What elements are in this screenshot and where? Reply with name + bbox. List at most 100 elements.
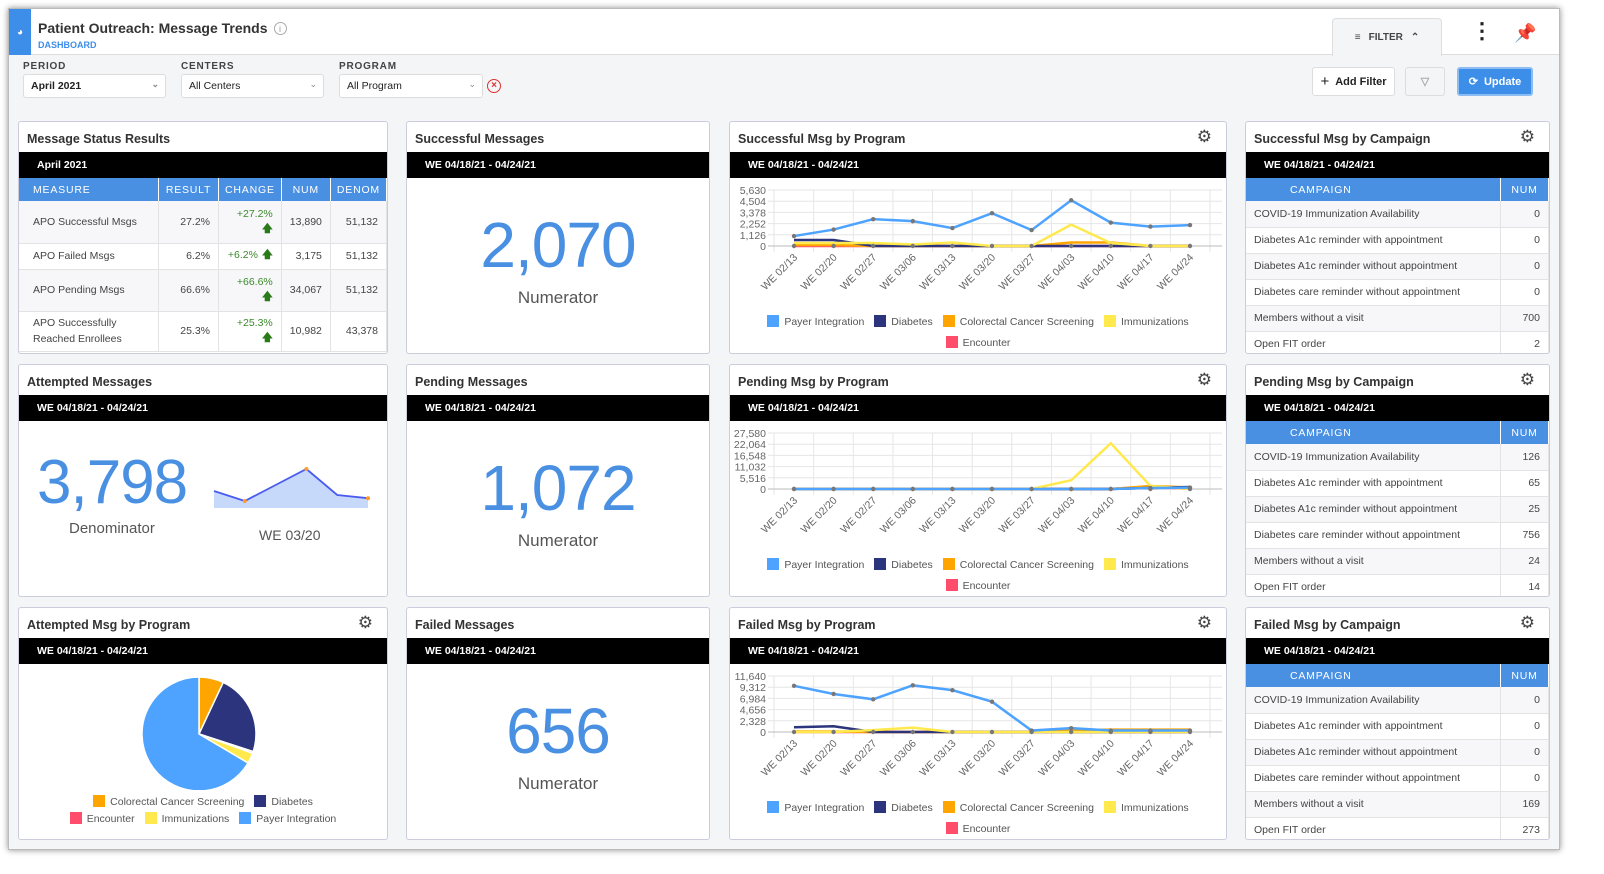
data-point[interactable] xyxy=(1069,486,1074,492)
data-point[interactable] xyxy=(910,218,915,224)
data-point[interactable] xyxy=(871,729,876,735)
data-point[interactable] xyxy=(910,243,915,249)
column-header[interactable]: NUM xyxy=(1500,664,1549,687)
legend-item[interactable]: Diabetes xyxy=(874,801,933,814)
column-header[interactable]: NUM xyxy=(281,178,331,201)
column-header[interactable]: NUM xyxy=(1500,178,1549,201)
legend-item[interactable]: Colorectal Cancer Screening xyxy=(942,801,1094,814)
legend-item[interactable]: Colorectal Cancer Screening xyxy=(942,315,1094,328)
data-point[interactable] xyxy=(1029,486,1034,492)
column-header[interactable]: CAMPAIGN xyxy=(1246,664,1501,687)
add-filter-button[interactable]: + Add Filter xyxy=(1312,67,1395,96)
data-point[interactable] xyxy=(1069,198,1074,203)
data-point[interactable] xyxy=(989,210,995,216)
column-header[interactable]: CHANGE xyxy=(218,178,282,201)
column-header[interactable]: DENOM xyxy=(330,178,387,201)
legend-item[interactable]: Colorectal Cancer Screening xyxy=(93,795,244,808)
column-header[interactable]: NUM xyxy=(1500,421,1549,444)
centers-select[interactable]: All Centers ⌄ xyxy=(181,74,324,98)
data-point[interactable] xyxy=(791,486,797,492)
legend-item[interactable]: Immunizations xyxy=(144,812,229,825)
data-point[interactable] xyxy=(1187,729,1193,735)
data-point[interactable] xyxy=(1108,243,1113,249)
data-point[interactable] xyxy=(831,243,836,249)
legend-item[interactable]: Diabetes xyxy=(874,315,933,328)
gear-icon[interactable]: ⚙ xyxy=(1520,613,1535,633)
filter-tab[interactable]: ≡ FILTER ⌃ xyxy=(1332,18,1442,56)
data-point[interactable] xyxy=(950,687,955,693)
info-icon[interactable]: i xyxy=(273,22,287,35)
gear-icon[interactable]: ⚙ xyxy=(1197,127,1212,147)
clear-filter-icon[interactable]: × xyxy=(487,79,501,93)
data-point[interactable] xyxy=(1069,729,1074,735)
sparkline-point[interactable] xyxy=(366,496,370,501)
data-point[interactable] xyxy=(1148,729,1153,735)
data-point[interactable] xyxy=(950,243,955,249)
gear-icon[interactable]: ⚙ xyxy=(1197,613,1212,633)
data-point[interactable] xyxy=(1108,220,1113,225)
data-point[interactable] xyxy=(1029,227,1034,233)
legend-item[interactable]: Diabetes xyxy=(874,558,933,571)
gear-icon[interactable]: ⚙ xyxy=(1520,127,1535,147)
legend-item[interactable]: Encounter xyxy=(945,336,1010,349)
data-point[interactable] xyxy=(1148,224,1153,229)
data-point[interactable] xyxy=(871,243,876,249)
program-select[interactable]: All Program ⌄ xyxy=(339,74,483,98)
data-point[interactable] xyxy=(1187,486,1193,492)
app-logo-icon[interactable]: ◕ xyxy=(9,9,31,55)
data-point[interactable] xyxy=(1187,243,1193,249)
data-point[interactable] xyxy=(910,683,915,688)
legend-item[interactable]: Diabetes xyxy=(254,795,313,808)
breadcrumb[interactable]: DASHBOARD xyxy=(38,40,97,50)
data-point[interactable] xyxy=(989,729,995,735)
data-point[interactable] xyxy=(871,486,876,492)
data-point[interactable] xyxy=(871,697,876,702)
column-header[interactable]: CAMPAIGN xyxy=(1246,178,1501,201)
data-point[interactable] xyxy=(831,729,836,735)
data-point[interactable] xyxy=(871,216,876,222)
data-point[interactable] xyxy=(1069,725,1074,731)
legend-item[interactable]: Payer Integration xyxy=(767,801,864,814)
data-point[interactable] xyxy=(950,225,955,231)
data-point[interactable] xyxy=(910,729,915,735)
data-point[interactable] xyxy=(989,486,995,492)
data-point[interactable] xyxy=(791,243,797,249)
column-header[interactable]: MEASURE xyxy=(19,178,160,201)
data-point[interactable] xyxy=(989,699,995,704)
data-point[interactable] xyxy=(950,729,955,735)
legend-item[interactable]: Payer Integration xyxy=(767,558,864,571)
data-point[interactable] xyxy=(1029,243,1034,249)
pin-icon[interactable]: 📌 xyxy=(1514,23,1536,44)
legend-item[interactable]: Immunizations xyxy=(1103,315,1189,328)
gear-icon[interactable]: ⚙ xyxy=(1197,370,1212,390)
legend-item[interactable]: Immunizations xyxy=(1103,558,1189,571)
data-point[interactable] xyxy=(950,486,955,492)
data-point[interactable] xyxy=(1148,243,1153,249)
legend-item[interactable]: Encounter xyxy=(945,822,1010,835)
column-header[interactable]: CAMPAIGN xyxy=(1246,421,1501,444)
data-point[interactable] xyxy=(791,683,797,689)
update-button[interactable]: ⟳ Update xyxy=(1457,67,1533,96)
legend-item[interactable]: Immunizations xyxy=(1103,801,1189,814)
data-point[interactable] xyxy=(1148,486,1153,492)
data-point[interactable] xyxy=(791,729,797,735)
data-point[interactable] xyxy=(1108,486,1113,492)
data-point[interactable] xyxy=(1187,222,1193,228)
sparkline-point[interactable] xyxy=(242,499,247,503)
legend-item[interactable]: Payer Integration xyxy=(767,315,864,328)
data-point[interactable] xyxy=(1108,729,1113,735)
data-point[interactable] xyxy=(1029,729,1034,735)
legend-item[interactable]: Colorectal Cancer Screening xyxy=(942,558,1094,571)
data-point[interactable] xyxy=(791,233,797,239)
period-select[interactable]: April 2021 ⌄ xyxy=(23,74,166,98)
data-point[interactable] xyxy=(910,486,915,492)
data-point[interactable] xyxy=(831,227,836,232)
funnel-button[interactable]: ▽ xyxy=(1405,67,1445,96)
legend-item[interactable]: Encounter xyxy=(69,812,135,825)
data-point[interactable] xyxy=(831,486,836,492)
data-point[interactable] xyxy=(1069,243,1074,249)
more-options-icon[interactable]: ⋮ xyxy=(1471,20,1493,42)
data-point[interactable] xyxy=(831,691,836,697)
legend-item[interactable]: Payer Integration xyxy=(239,812,336,825)
data-point[interactable] xyxy=(989,243,995,249)
